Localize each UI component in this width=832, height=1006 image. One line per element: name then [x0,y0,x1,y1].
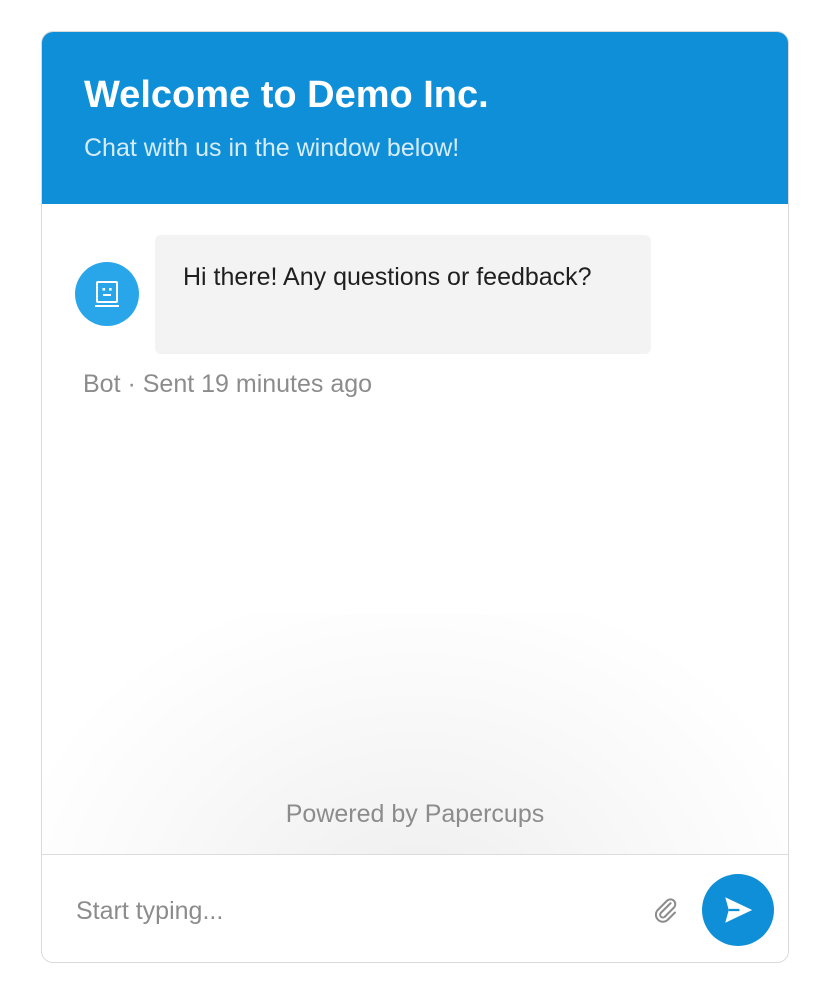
paperclip-icon [654,898,677,923]
powered-by-text[interactable]: Powered by Papercups [42,800,788,829]
bot-avatar [75,262,139,326]
header-title: Welcome to Demo Inc. [84,74,489,116]
header-subtitle: Chat with us in the window below! [84,134,460,162]
message-composer [42,854,788,962]
robot-icon [95,281,119,307]
attach-button[interactable] [648,893,682,927]
chat-header: Welcome to Demo Inc. Chat with us in the… [42,32,788,204]
send-button[interactable] [702,874,774,946]
message-input[interactable] [74,885,638,937]
message-bubble: Hi there! Any questions or feedback? [155,235,651,354]
message-meta: Bot · Sent 19 minutes ago [83,370,373,398]
chat-widget: Welcome to Demo Inc. Chat with us in the… [41,31,789,963]
message-list[interactable]: Hi there! Any questions or feedback? Bot… [42,204,788,854]
send-icon [725,897,753,923]
